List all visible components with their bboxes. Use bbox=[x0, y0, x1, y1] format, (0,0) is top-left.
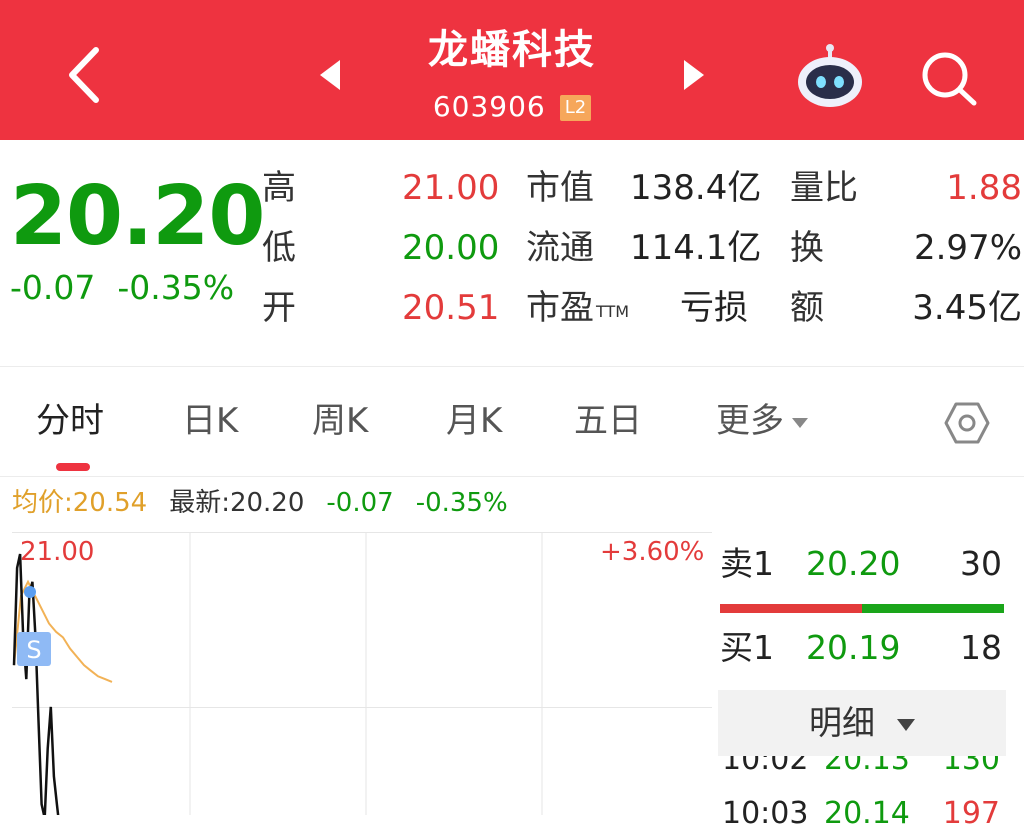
dropdown-arrow-icon bbox=[792, 417, 808, 428]
stock-header: 龙蟠科技 603906 L2 bbox=[0, 0, 1024, 140]
next-stock-icon[interactable] bbox=[682, 58, 706, 92]
price-change-line: -0.07 -0.35% bbox=[10, 268, 234, 308]
sell1-qty: 30 bbox=[960, 544, 1002, 583]
trade-marker-badge[interactable]: S bbox=[17, 632, 51, 666]
tab-monthly-k[interactable]: 月K bbox=[446, 398, 502, 444]
pe-label: 市盈 TTM bbox=[526, 286, 629, 330]
sell1-label: 卖1 bbox=[720, 544, 774, 583]
tick-time: 10:03 bbox=[722, 796, 809, 831]
robot-assistant-icon[interactable] bbox=[795, 42, 865, 108]
level2-badge: L2 bbox=[559, 95, 592, 121]
open-label: 开 bbox=[262, 288, 296, 328]
high-value: 21.00 bbox=[402, 168, 500, 208]
market-cap-label: 市值 bbox=[526, 168, 594, 208]
detail-toggle[interactable]: 明细 bbox=[718, 690, 1006, 756]
previous-stock-icon[interactable] bbox=[318, 58, 342, 92]
turnover-value: 2.97% bbox=[913, 228, 1022, 268]
tab-daily-k[interactable]: 日K bbox=[182, 398, 238, 444]
stock-name: 龙蟠科技 bbox=[428, 27, 596, 73]
chart-max-price: 21.00 bbox=[20, 537, 95, 567]
price-line bbox=[12, 553, 60, 815]
back-arrow-icon[interactable] bbox=[60, 44, 110, 106]
trade-marker-label: S bbox=[26, 636, 41, 664]
trade-marker-dot bbox=[24, 586, 36, 598]
divider bbox=[0, 476, 1024, 477]
pe-label-text: 市盈 bbox=[526, 288, 594, 328]
avg-price-label: 均价:20.54 bbox=[12, 488, 148, 518]
volume-ratio-value: 1.88 bbox=[946, 168, 1022, 208]
price-change: -0.07 bbox=[10, 268, 96, 307]
float-cap-value: 114.1亿 bbox=[630, 228, 762, 268]
high-label: 高 bbox=[262, 168, 296, 208]
tick-price: 20.14 bbox=[824, 796, 910, 831]
current-price: 20.20 bbox=[10, 169, 265, 264]
tab-weekly-k[interactable]: 周K bbox=[312, 398, 368, 444]
pe-value: 亏损 bbox=[680, 288, 748, 328]
latest-price-label: 最新:20.20 bbox=[169, 488, 305, 518]
sell-ratio-bar bbox=[720, 604, 862, 613]
low-value: 20.00 bbox=[402, 228, 500, 268]
chart-grid bbox=[12, 532, 712, 815]
buy1-price: 20.19 bbox=[806, 628, 901, 667]
divider bbox=[0, 366, 1024, 367]
chart-period-tabs bbox=[0, 385, 1024, 475]
active-tab-indicator bbox=[56, 463, 90, 471]
pe-ttm-suffix: TTM bbox=[596, 302, 630, 321]
latest-change-pct: -0.35% bbox=[415, 488, 508, 518]
tick-qty: 197 bbox=[942, 796, 1000, 831]
low-label: 低 bbox=[262, 228, 296, 268]
buy1-qty: 18 bbox=[960, 628, 1002, 667]
sell1-price: 20.20 bbox=[806, 544, 901, 583]
stock-code-line: 603906 L2 bbox=[360, 88, 664, 126]
amount-value: 3.45亿 bbox=[912, 288, 1022, 328]
volume-ratio-label: 量比 bbox=[790, 168, 858, 208]
search-icon[interactable] bbox=[918, 48, 980, 108]
tab-more-label: 更多 bbox=[716, 401, 784, 441]
dropdown-arrow-icon bbox=[897, 718, 915, 731]
amount-label: 额 bbox=[790, 288, 824, 328]
price-change-pct: -0.35% bbox=[117, 268, 235, 307]
chart-info-line: 均价:20.54 最新:20.20 -0.07 -0.35% bbox=[12, 486, 508, 520]
market-cap-value: 138.4亿 bbox=[630, 168, 762, 208]
chart-max-pct: +3.60% bbox=[600, 537, 705, 567]
buy-ratio-bar bbox=[862, 604, 1004, 613]
open-value: 20.51 bbox=[402, 288, 500, 328]
tab-more[interactable]: 更多 bbox=[716, 398, 808, 444]
detail-label: 明细 bbox=[809, 703, 875, 742]
stock-code: 603906 bbox=[432, 90, 546, 123]
turnover-label: 换 bbox=[790, 228, 824, 268]
latest-change: -0.07 bbox=[326, 488, 394, 518]
settings-hexagon-icon[interactable] bbox=[944, 400, 990, 446]
float-cap-label: 流通 bbox=[526, 228, 594, 268]
buy1-label: 买1 bbox=[720, 628, 774, 667]
tab-five-day[interactable]: 五日 bbox=[574, 398, 642, 444]
intraday-chart[interactable]: S bbox=[12, 532, 712, 815]
tab-intraday[interactable]: 分时 bbox=[36, 398, 104, 444]
